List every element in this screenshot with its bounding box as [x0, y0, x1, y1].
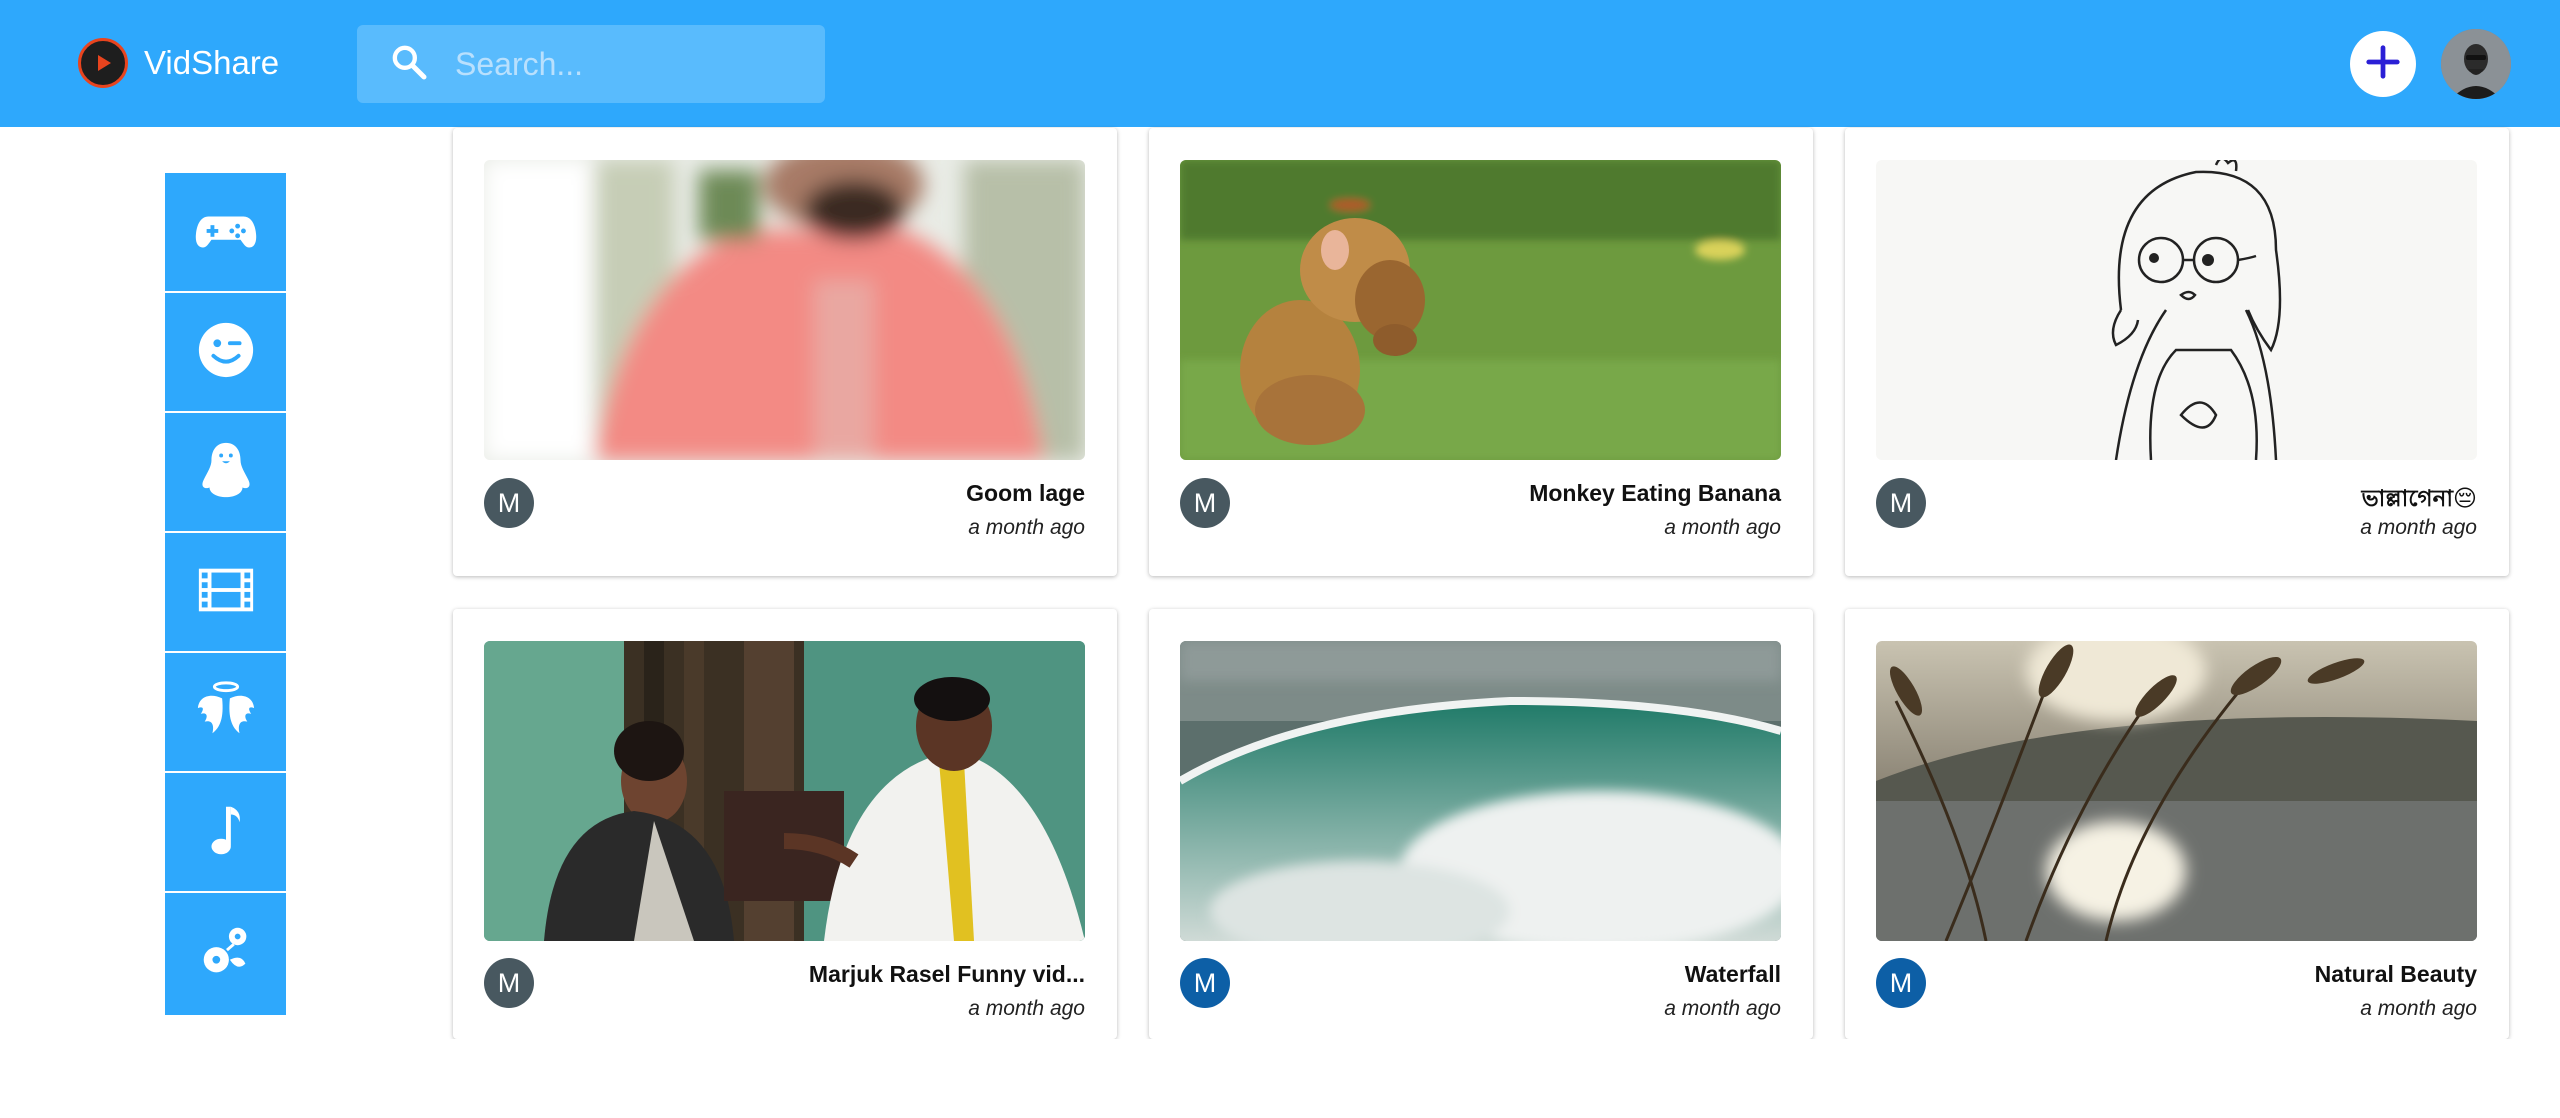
user-avatar[interactable]: [2441, 29, 2511, 99]
channel-avatar[interactable]: M: [1876, 958, 1926, 1008]
angel-wings-icon: [195, 679, 257, 746]
penguin-icon: [195, 439, 257, 506]
plus-icon: [2364, 43, 2402, 86]
sidebar-item-movies[interactable]: [165, 533, 286, 653]
upload-video-button[interactable]: [2350, 31, 2416, 97]
upload-time: a month ago: [2360, 997, 2477, 1020]
video-thumbnail[interactable]: [1180, 160, 1781, 460]
app-name: VidShare: [144, 44, 280, 81]
upload-time: a month ago: [968, 516, 1085, 539]
video-card[interactable]: M Waterfall a month ago: [1149, 609, 1813, 1039]
video-thumbnail[interactable]: [484, 641, 1085, 941]
upload-time: a month ago: [1664, 997, 1781, 1020]
upload-time: a month ago: [2360, 516, 2477, 539]
sidebar-item-spiritual[interactable]: [165, 653, 286, 773]
channel-avatar[interactable]: M: [484, 958, 534, 1008]
search-box[interactable]: [357, 25, 825, 103]
video-card[interactable]: M ভাল্লাগেনা😔 a month ago: [1845, 128, 2509, 576]
sidebar-item-gaming[interactable]: [165, 173, 286, 293]
top-app-bar: VidShare: [0, 0, 2560, 127]
music-note-icon: [195, 799, 257, 866]
video-title[interactable]: Goom lage: [966, 480, 1085, 507]
search-icon: [389, 42, 429, 87]
video-thumbnail[interactable]: [484, 160, 1085, 460]
flowers-icon: [195, 921, 257, 988]
sidebar-item-nature[interactable]: [165, 893, 286, 1015]
sidebar-item-music[interactable]: [165, 773, 286, 893]
upload-time: a month ago: [968, 997, 1085, 1020]
channel-avatar[interactable]: M: [1180, 478, 1230, 528]
upload-time: a month ago: [1664, 516, 1781, 539]
channel-avatar[interactable]: M: [1180, 958, 1230, 1008]
search-input[interactable]: [455, 45, 815, 83]
sidebar-item-funny[interactable]: [165, 293, 286, 413]
play-logo-icon: [78, 38, 128, 88]
video-thumbnail[interactable]: [1180, 641, 1781, 941]
video-title[interactable]: Marjuk Rasel Funny vid...: [809, 961, 1085, 988]
film-icon: [195, 559, 257, 626]
video-card[interactable]: M Monkey Eating Banana a month ago: [1149, 128, 1813, 576]
app-logo[interactable]: VidShare: [78, 38, 279, 88]
video-card[interactable]: M Goom lage a month ago: [453, 128, 1117, 576]
channel-avatar[interactable]: M: [1876, 478, 1926, 528]
video-card[interactable]: M Marjuk Rasel Funny vid... a month ago: [453, 609, 1117, 1039]
smiley-wink-icon: [195, 319, 257, 386]
video-title[interactable]: Natural Beauty: [2315, 961, 2477, 988]
video-thumbnail[interactable]: [1876, 160, 2477, 460]
channel-avatar[interactable]: M: [484, 478, 534, 528]
video-title[interactable]: ভাল্লাগেনা😔: [2361, 480, 2477, 519]
sidebar-item-animals[interactable]: [165, 413, 286, 533]
video-thumbnail[interactable]: [1876, 641, 2477, 941]
page-footer-area: [0, 1039, 2560, 1118]
gamepad-icon: [195, 199, 257, 266]
video-title[interactable]: Monkey Eating Banana: [1529, 480, 1781, 507]
category-sidebar: [165, 173, 286, 1015]
video-title[interactable]: Waterfall: [1685, 961, 1781, 988]
video-card[interactable]: M Natural Beauty a month ago: [1845, 609, 2509, 1039]
